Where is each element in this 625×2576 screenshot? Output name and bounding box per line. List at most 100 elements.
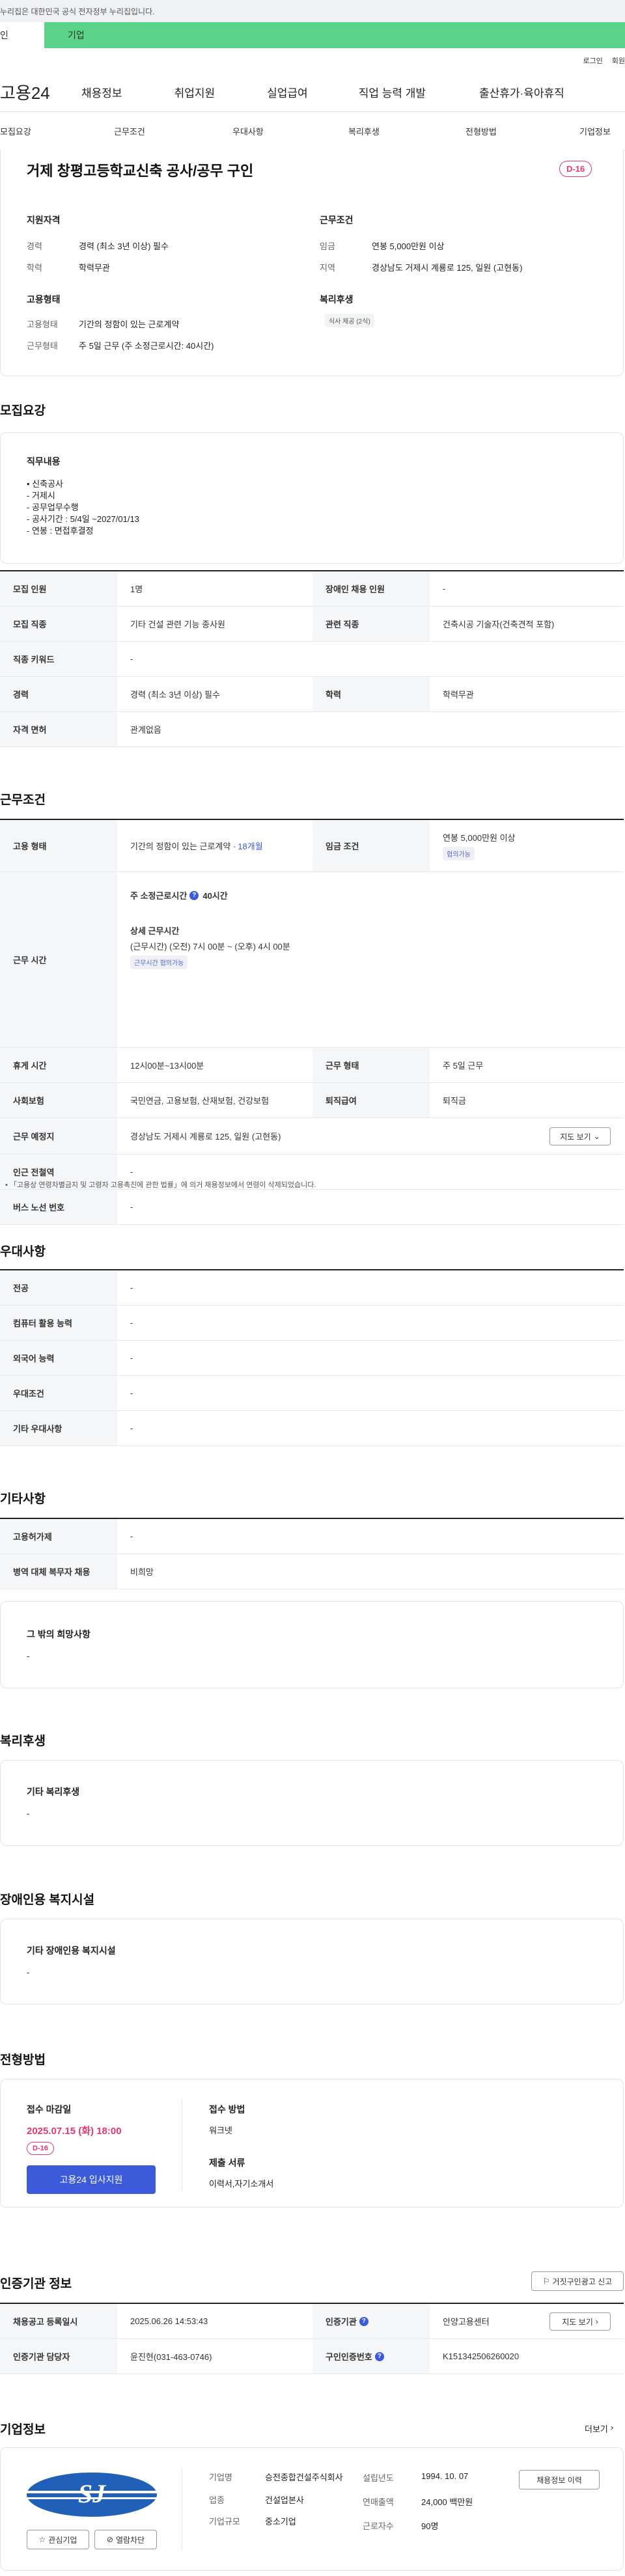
table-header-cell: 직종 키워드 (0, 642, 117, 676)
table-header-cell: 채용공고 등록일시 (0, 2304, 117, 2338)
job-history-button[interactable]: 채용정보 이력 (519, 2470, 600, 2489)
company-info-key: 설립년도 (363, 2473, 394, 2483)
work-place-text: 경상남도 거제시 계룡로 125, 일원 (고현동) (130, 1132, 281, 1142)
table-header-cell: 학력 (312, 677, 430, 711)
company-info-value: 중소기업 (265, 2517, 296, 2527)
map-view-button[interactable]: 지도 보기 ⌄ (549, 1127, 611, 1145)
table-cell: - (443, 584, 446, 594)
other-wishes-heading: 그 밖의 희망사항 (27, 1629, 90, 1639)
gnb-item-vocational-training[interactable]: 직업 능력 개발 (359, 84, 426, 100)
apply-button[interactable]: 고용24 입사지원 (27, 2165, 156, 2194)
tab-company-label: 기업 (68, 30, 85, 40)
welfare-heading: 복리후생 (320, 294, 354, 305)
benefits-box: 기타 복리후생 - (0, 1760, 624, 1846)
anchor-work-conditions[interactable]: 근무조건 (114, 125, 145, 137)
deadline-heading: 접수 마감일 (27, 2104, 72, 2115)
table-header-cell: 근무 시간 (0, 872, 117, 1047)
table-row: 모집 인원 1명 장애인 채용 인원 - (0, 571, 624, 607)
anchor-recruit[interactable]: 모집요강 (0, 125, 31, 137)
favorite-company-button[interactable]: ☆ 관심기업 (27, 2530, 89, 2549)
qual-key: 학력 (27, 263, 42, 273)
table-cell: 경력 (최소 3년 이상) 필수 (130, 690, 220, 700)
contract-period-link[interactable]: 18개월 (238, 840, 262, 852)
documents-heading: 제출 서류 (209, 2158, 245, 2168)
company-card: SJ ☆ 관심기업 ⊘ 열람차단 기업명 승전종합건설주식회사 업종 건설업본사 기업규… (0, 2447, 624, 2571)
gnb-item-maternity-leave[interactable]: 출산휴가·육아휴직 (479, 84, 564, 100)
company-logo: SJ (25, 2473, 158, 2517)
table-row: 휴게 시간 12시00분~13시00분 근무 형태 주 5일 근무 (0, 1048, 624, 1083)
tab-personal-label: 인 (0, 30, 8, 40)
duty-line: - 공무업무수행 (27, 502, 79, 512)
process-dday-badge: D-16 (27, 2142, 54, 2155)
company-more-link[interactable]: 더보기 › (585, 2422, 613, 2435)
anchor-preference[interactable]: 우대사항 (232, 125, 264, 137)
table-header-cell: 자격 면허 (0, 712, 117, 747)
table-header-cell: 전공 (0, 1270, 117, 1305)
benefits-box-heading: 기타 복리후생 (27, 1787, 80, 1797)
table-row: 고용 형태 기간의 정함이 있는 근로계약 · 18개월 임금 조건 연봉 5,… (0, 820, 624, 872)
disabled-facilities-box-value: - (27, 1967, 30, 1977)
gnb-item-jobs[interactable]: 채용정보 (81, 84, 122, 100)
info-icon[interactable]: ? (189, 890, 199, 900)
company-info-key: 기업명 (209, 2473, 232, 2482)
duty-line: • 신축공사 (27, 479, 64, 489)
anchor-benefits[interactable]: 복리후생 (348, 125, 380, 137)
table-cell: 1명 (130, 584, 143, 594)
etc-heading: 기타사항 (0, 1492, 46, 1506)
other-wishes-value: - (27, 1651, 30, 1661)
cert-agency-value: 안양고용센터 (443, 2317, 490, 2327)
table-row: 버스 노선 번호 - (0, 1190, 624, 1225)
info-icon[interactable]: ? (359, 2316, 368, 2326)
qualification-heading: 지원자격 (27, 215, 61, 225)
method-heading: 접수 방법 (209, 2104, 245, 2115)
conditions-list: 임금 연봉 5,000만원 이상 지역 경상남도 거제시 계룡로 125, 일원 (… (320, 240, 522, 273)
table-row: 우대조건 - (0, 1376, 624, 1411)
anchor-company[interactable]: 기업정보 (579, 125, 611, 137)
tab-company[interactable]: 기업 (44, 22, 625, 48)
table-cell: K151342506260020 (443, 2351, 520, 2361)
table-header-cell: 구인인증번호? (312, 2339, 430, 2374)
table-cell: - (130, 1202, 133, 1212)
company-info-key: 연매출액 (363, 2497, 394, 2507)
qual-key: 경력 (27, 241, 42, 251)
site-logo[interactable]: 고용24 (0, 80, 68, 104)
favorite-company-label: 관심기업 (48, 2535, 77, 2545)
gnb-item-employment-support[interactable]: 취업지원 (174, 84, 215, 100)
login-link[interactable]: 로그인 (583, 55, 602, 66)
tab-personal[interactable]: 인 (0, 22, 44, 48)
benefits-box-value: - (27, 1809, 30, 1818)
table-row: 사회보험 국민연금, 고용보험, 산재보험, 건강보험 퇴직급여 퇴직금 (0, 1083, 624, 1118)
gov-notice-text: 누리집은 대한민국 공식 전자정부 누리집입니다. (0, 7, 155, 16)
signup-link[interactable]: 회원 (612, 55, 625, 66)
info-icon[interactable]: ? (374, 2351, 384, 2361)
employment-list: 고용형태 기간의 정함이 있는 근로계약 근무형태 주 5일 근무 (주 소정근로시… (27, 318, 214, 351)
cond-key: 지역 (320, 263, 335, 273)
chevron-right-icon: › (610, 2422, 614, 2432)
method-value: 워크넷 (209, 2126, 232, 2135)
table-row: 인증기관 담당자 윤진현(031-463-0746) 구인인증번호? K1513… (0, 2339, 624, 2374)
table-header-cell: 외국어 능력 (0, 1341, 117, 1375)
company-info-value: 90명 (421, 2521, 439, 2531)
disabled-facilities-box-heading: 기타 장애인용 복지시설 (27, 1945, 116, 1956)
false-ad-report-button[interactable]: ⚐ 거짓구인광고 신고 (531, 2271, 624, 2291)
anchor-process[interactable]: 전형방법 (465, 125, 497, 137)
table-cell: 기타 건설 관련 기능 종사원 (130, 620, 226, 629)
welfare-tag: 식사 제공 (2식) (325, 314, 374, 327)
table-header-cell: 인증기관 담당자 (0, 2339, 117, 2374)
cert-map-button[interactable]: 지도 보기 › (549, 2312, 611, 2331)
company-info-value: 건설업본사 (265, 2495, 304, 2505)
table-cell: 윤진현(031-463-0746) (130, 2352, 212, 2362)
table-cell: - (130, 1388, 133, 1398)
table-header-cell: 퇴직급여 (312, 1083, 430, 1117)
table-row: 모집 직종 기타 건설 관련 기능 종사원 관련 직종 건축시공 기술자(건축견… (0, 607, 624, 642)
gnb-item-unemployment-benefit[interactable]: 실업급여 (267, 84, 308, 100)
table-cell: 관계없음 (130, 725, 161, 735)
table-cell: - (130, 1353, 133, 1363)
chevron-down-icon: ⌄ (593, 1132, 600, 1141)
company-info-list-2: 설립년도 1994. 10. 07 연매출액 24,000 백만원 근로자수 90명 (363, 2471, 493, 2532)
block-view-button[interactable]: ⊘ 열람차단 (94, 2530, 157, 2549)
table-header-cell: 장애인 채용 인원 (312, 571, 430, 606)
table-header-cell: 경력 (0, 677, 117, 711)
table-cell: 퇴직금 (443, 1096, 466, 1106)
table-header-cell: 사회보험 (0, 1083, 117, 1117)
